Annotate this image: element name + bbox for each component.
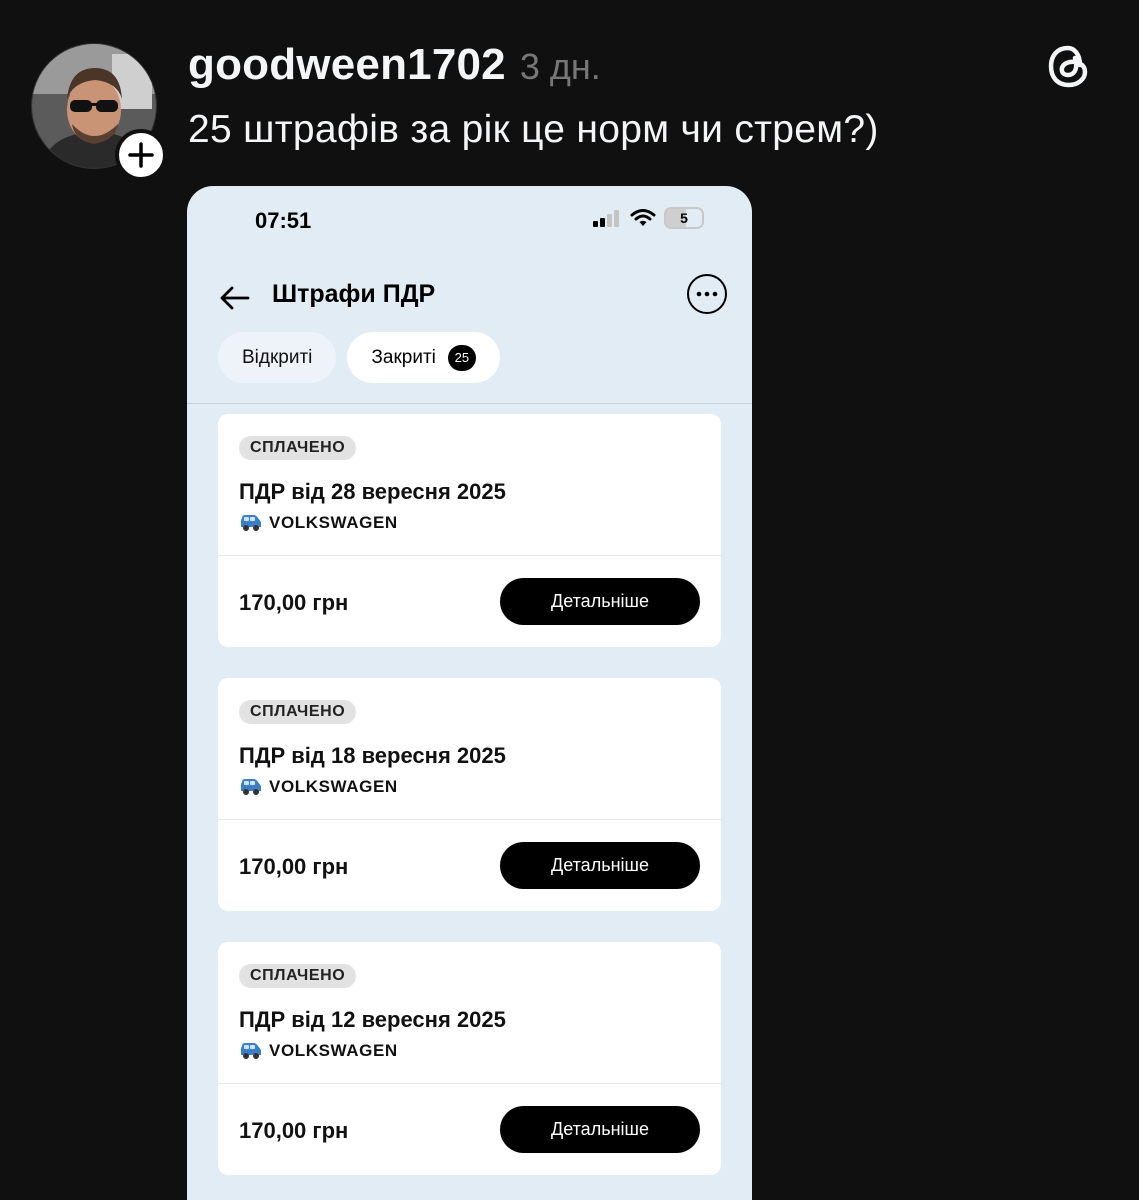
details-button[interactable]: Детальніше xyxy=(500,578,700,625)
post-header: goodween1702 3 дн. xyxy=(188,40,601,90)
status-badge: СПЛАЧЕНО xyxy=(239,700,357,724)
fine-title: ПДР від 28 вересня 2025 xyxy=(239,479,506,504)
cellular-signal-icon xyxy=(593,210,619,227)
divider xyxy=(187,403,752,404)
back-button[interactable] xyxy=(215,278,255,318)
vehicle-row: VOLKSWAGEN xyxy=(239,1041,398,1061)
card-divider xyxy=(218,555,721,556)
tabs: Відкриті Закриті 25 xyxy=(218,332,500,383)
author-avatar-wrap[interactable] xyxy=(31,43,167,181)
more-horizontal-icon xyxy=(696,291,718,297)
status-icons: 5 xyxy=(592,207,704,229)
vehicle-row: VOLKSWAGEN xyxy=(239,777,398,797)
fine-amount: 170,00 грн xyxy=(239,1118,349,1143)
fine-title: ПДР від 18 вересня 2025 xyxy=(239,743,506,768)
status-badge: СПЛАЧЕНО xyxy=(239,436,357,460)
details-button[interactable]: Детальніше xyxy=(500,1106,700,1153)
vehicle-name: VOLKSWAGEN xyxy=(269,1041,398,1060)
fine-title: ПДР від 12 вересня 2025 xyxy=(239,1007,506,1032)
fine-card[interactable]: СПЛАЧЕНО ПДР від 28 вересня 2025 VOLKSWA… xyxy=(218,414,721,647)
app-header: Штрафи ПДР xyxy=(187,274,752,334)
car-icon xyxy=(241,515,261,531)
details-button[interactable]: Детальніше xyxy=(500,842,700,889)
card-divider xyxy=(218,819,721,820)
vehicle-name: VOLKSWAGEN xyxy=(269,513,398,532)
username[interactable]: goodween1702 xyxy=(188,40,506,90)
status-time: 07:51 xyxy=(255,208,312,233)
count-badge: 25 xyxy=(447,344,476,371)
fine-amount: 170,00 грн xyxy=(239,590,349,615)
vehicle-name: VOLKSWAGEN xyxy=(269,777,398,796)
screen-title: Штрафи ПДР xyxy=(272,280,436,308)
tab-open[interactable]: Відкриті xyxy=(218,332,337,383)
more-button[interactable] xyxy=(687,274,727,314)
wifi-icon xyxy=(630,209,656,226)
screenshot-attachment[interactable]: 07:51 5 Штрафи ПДР Відкриті Закриті 25 С… xyxy=(187,186,752,1200)
status-badge: СПЛАЧЕНО xyxy=(239,964,357,988)
threads-logo-icon[interactable] xyxy=(1044,40,1094,92)
post-time: 3 дн. xyxy=(519,46,601,87)
car-icon xyxy=(241,779,261,795)
tab-label: Закриті xyxy=(371,346,436,368)
follow-button[interactable] xyxy=(115,129,167,181)
vehicle-row: VOLKSWAGEN xyxy=(239,513,398,533)
card-divider xyxy=(218,1083,721,1084)
post-text: 25 штрафів за рік це норм чи стрем?) xyxy=(188,108,879,151)
plus-icon xyxy=(128,142,154,168)
fine-card[interactable]: СПЛАЧЕНО ПДР від 12 вересня 2025 VOLKSWA… xyxy=(218,942,721,1175)
battery-icon: 5 xyxy=(664,207,704,229)
arrow-left-icon xyxy=(220,286,250,310)
tab-closed[interactable]: Закриті 25 xyxy=(347,332,500,383)
tab-label: Відкриті xyxy=(242,346,313,368)
car-icon xyxy=(241,1043,261,1059)
fine-amount: 170,00 грн xyxy=(239,854,349,879)
fine-card[interactable]: СПЛАЧЕНО ПДР від 18 вересня 2025 VOLKSWA… xyxy=(218,678,721,911)
